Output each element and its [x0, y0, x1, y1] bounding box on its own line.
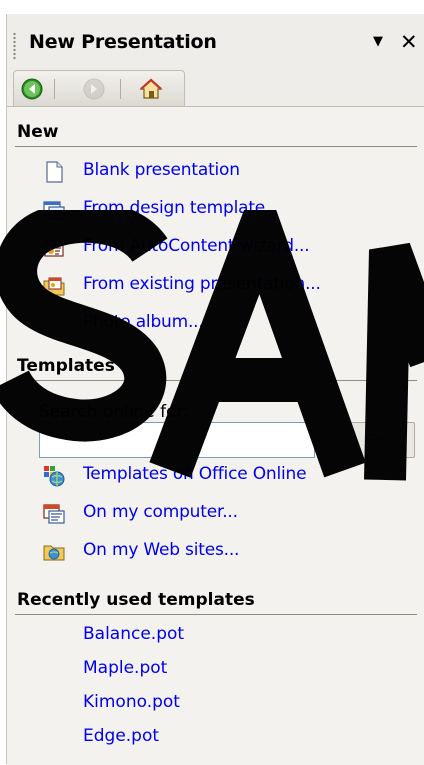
- home-icon[interactable]: [138, 77, 164, 101]
- grip-handle[interactable]: [13, 32, 16, 60]
- blank-document-icon: [46, 161, 63, 183]
- section-divider: [15, 146, 417, 147]
- new-from-design-template-label[interactable]: From design template: [83, 198, 265, 218]
- computer-templates-icon: [43, 504, 65, 524]
- recent-template-item[interactable]: Edge.pot: [83, 726, 159, 746]
- search-online-label: Search online for:: [39, 402, 189, 422]
- back-arrow-icon[interactable]: [20, 77, 46, 101]
- section-header-templates: Templates: [17, 356, 115, 376]
- pane-title: New Presentation: [29, 31, 217, 53]
- section-header-recent: Recently used templates: [17, 590, 255, 610]
- templates-on-my-web-sites-label[interactable]: On my Web sites...: [83, 540, 239, 560]
- autocontent-wizard-icon: [44, 237, 65, 257]
- recent-template-item[interactable]: Balance.pot: [83, 624, 184, 644]
- top-strip: [0, 0, 424, 14]
- new-from-autocontent-wizard-label[interactable]: From AutoContent wizard...: [83, 236, 310, 256]
- forward-arrow-icon[interactable]: [82, 77, 108, 101]
- recent-template-item[interactable]: Kimono.pot: [83, 692, 180, 712]
- task-pane: New Presentation ▼ ✕ New Blank presentat…: [6, 14, 424, 765]
- design-template-icon: [43, 201, 65, 220]
- nav-separator: [54, 79, 55, 99]
- new-photo-album-label[interactable]: Photo album...: [83, 312, 204, 332]
- section-divider: [15, 614, 417, 615]
- go-button[interactable]: Go: [335, 422, 415, 458]
- recent-template-item[interactable]: Maple.pot: [83, 658, 167, 678]
- templates-on-my-computer-label[interactable]: On my computer...: [83, 502, 238, 522]
- navigation-bar: [13, 70, 185, 107]
- web-folder-icon: [43, 545, 65, 561]
- templates-office-online-label[interactable]: Templates on Office Online: [83, 464, 307, 484]
- office-online-icon: [44, 466, 65, 487]
- existing-presentation-icon: [43, 277, 65, 296]
- close-icon[interactable]: ✕: [400, 31, 418, 53]
- section-divider: [15, 380, 417, 381]
- search-online-input[interactable]: [39, 422, 315, 458]
- dropdown-icon[interactable]: ▼: [373, 35, 387, 49]
- nav-separator: [120, 79, 121, 99]
- new-from-existing-presentation-label[interactable]: From existing presentation...: [83, 274, 321, 294]
- section-header-new: New: [17, 122, 59, 142]
- task-pane-titlebar: New Presentation ▼ ✕: [7, 14, 424, 66]
- new-blank-presentation-label[interactable]: Blank presentation: [83, 160, 240, 180]
